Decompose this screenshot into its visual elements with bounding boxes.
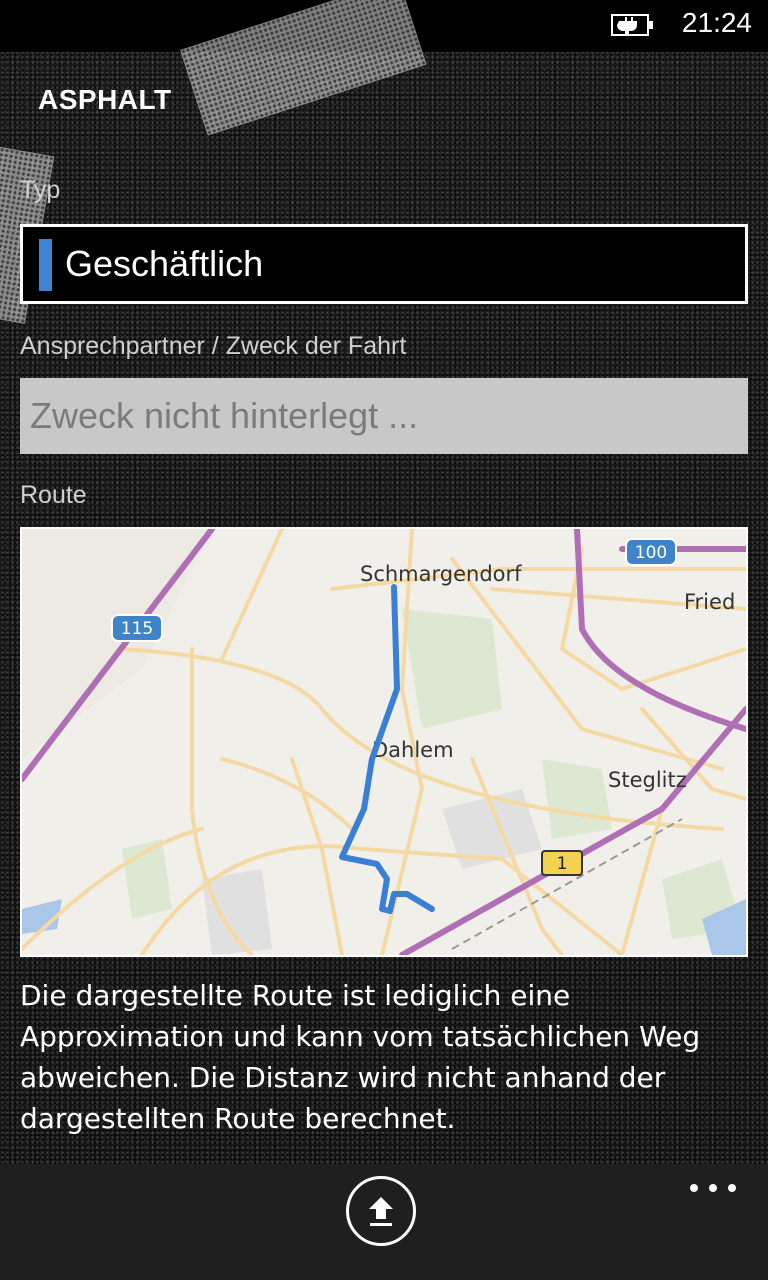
place-label: Schmargendorf	[360, 562, 522, 586]
type-value: Geschäftlich	[65, 243, 264, 284]
clock: 21:24	[681, 7, 752, 38]
shield-115: 115	[111, 614, 163, 642]
shield-label: 115	[121, 619, 153, 639]
place-label: Fried	[684, 590, 735, 614]
upload-icon	[369, 1197, 393, 1226]
battery-charging-icon	[611, 14, 653, 36]
route-map[interactable]: 115 100 1 Schmargendorf Dahlem Steglitz …	[20, 527, 748, 957]
type-accent-bar	[39, 239, 52, 291]
purpose-placeholder: Zweck nicht hinterlegt ...	[30, 395, 419, 436]
purpose-label: Ansprechpartner / Zweck der Fahrt	[20, 332, 407, 360]
more-icon[interactable]	[688, 1176, 738, 1196]
app-title: ASPHALT	[38, 84, 172, 115]
place-label: Dahlem	[372, 738, 454, 762]
shield-1: 1	[541, 850, 583, 876]
route-disclaimer: Die dargestellte Route ist lediglich ein…	[20, 979, 701, 1135]
upload-button[interactable]	[346, 1176, 416, 1246]
place-label: Steglitz	[608, 768, 687, 792]
purpose-input[interactable]: Zweck nicht hinterlegt ...	[20, 378, 748, 454]
type-picker[interactable]: Geschäftlich	[20, 224, 748, 304]
route-label: Route	[20, 481, 87, 509]
shield-label: 1	[557, 854, 568, 874]
shield-label: 100	[635, 543, 667, 563]
app-bar	[0, 1164, 768, 1280]
shield-100: 100	[625, 538, 677, 566]
type-label: Typ	[20, 176, 61, 204]
